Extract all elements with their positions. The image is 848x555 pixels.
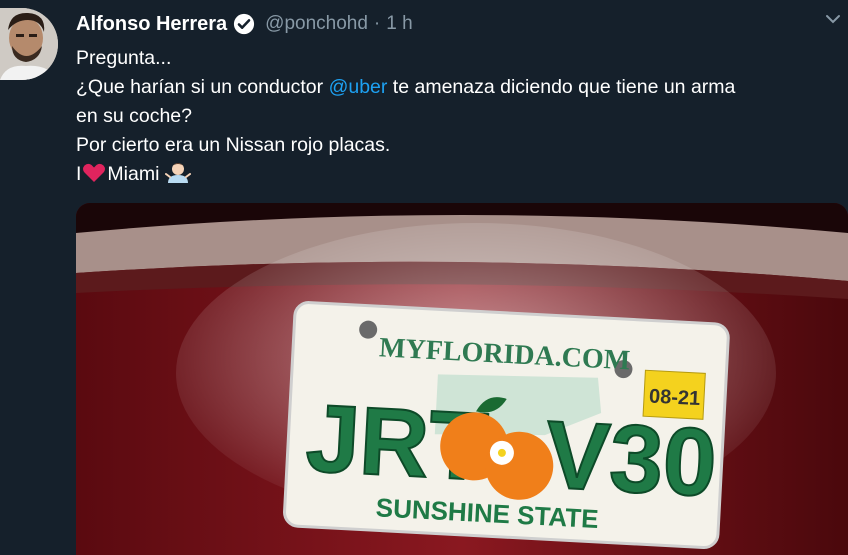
verified-badge-icon <box>233 13 255 35</box>
tweet-text: Pregunta... ¿Que harían si un conductor … <box>76 44 846 189</box>
avatar[interactable] <box>0 8 58 80</box>
tweet-text-segment: Miami <box>107 163 160 185</box>
chevron-down-icon[interactable] <box>824 12 842 26</box>
tweet-text-segment: ¿Que harían si un conductor <box>76 76 329 98</box>
plate-number-right: V30 <box>543 401 719 517</box>
tweet-line: ¿Que harían si un conductor @uber te ame… <box>76 73 846 102</box>
tweet-line: I Miami <box>76 160 846 189</box>
tweet-text-segment: te amenaza diciendo que tiene un arma <box>387 76 736 98</box>
tweet-timestamp[interactable]: 1 h <box>386 13 412 35</box>
tweet-photo[interactable]: MYFLORIDA.COM 08-21 JRT V30 SUNSHINE STA… <box>76 203 848 555</box>
separator-dot: · <box>373 13 381 34</box>
tweet-line: Pregunta... <box>76 47 172 69</box>
tweet-text-segment: I <box>76 163 82 185</box>
mention-link[interactable]: @uber <box>329 76 388 98</box>
tweet-header: Alfonso Herrera @ponchohd · 1 h <box>76 10 413 38</box>
author-name[interactable]: Alfonso Herrera <box>76 13 227 36</box>
heart-emoji-icon <box>82 163 106 183</box>
shrug-emoji-icon <box>165 161 192 185</box>
tweet-line: en su coche? <box>76 105 193 127</box>
author-handle[interactable]: @ponchohd <box>265 13 368 35</box>
tweet-line: Por cierto era un Nissan rojo placas. <box>76 134 391 156</box>
